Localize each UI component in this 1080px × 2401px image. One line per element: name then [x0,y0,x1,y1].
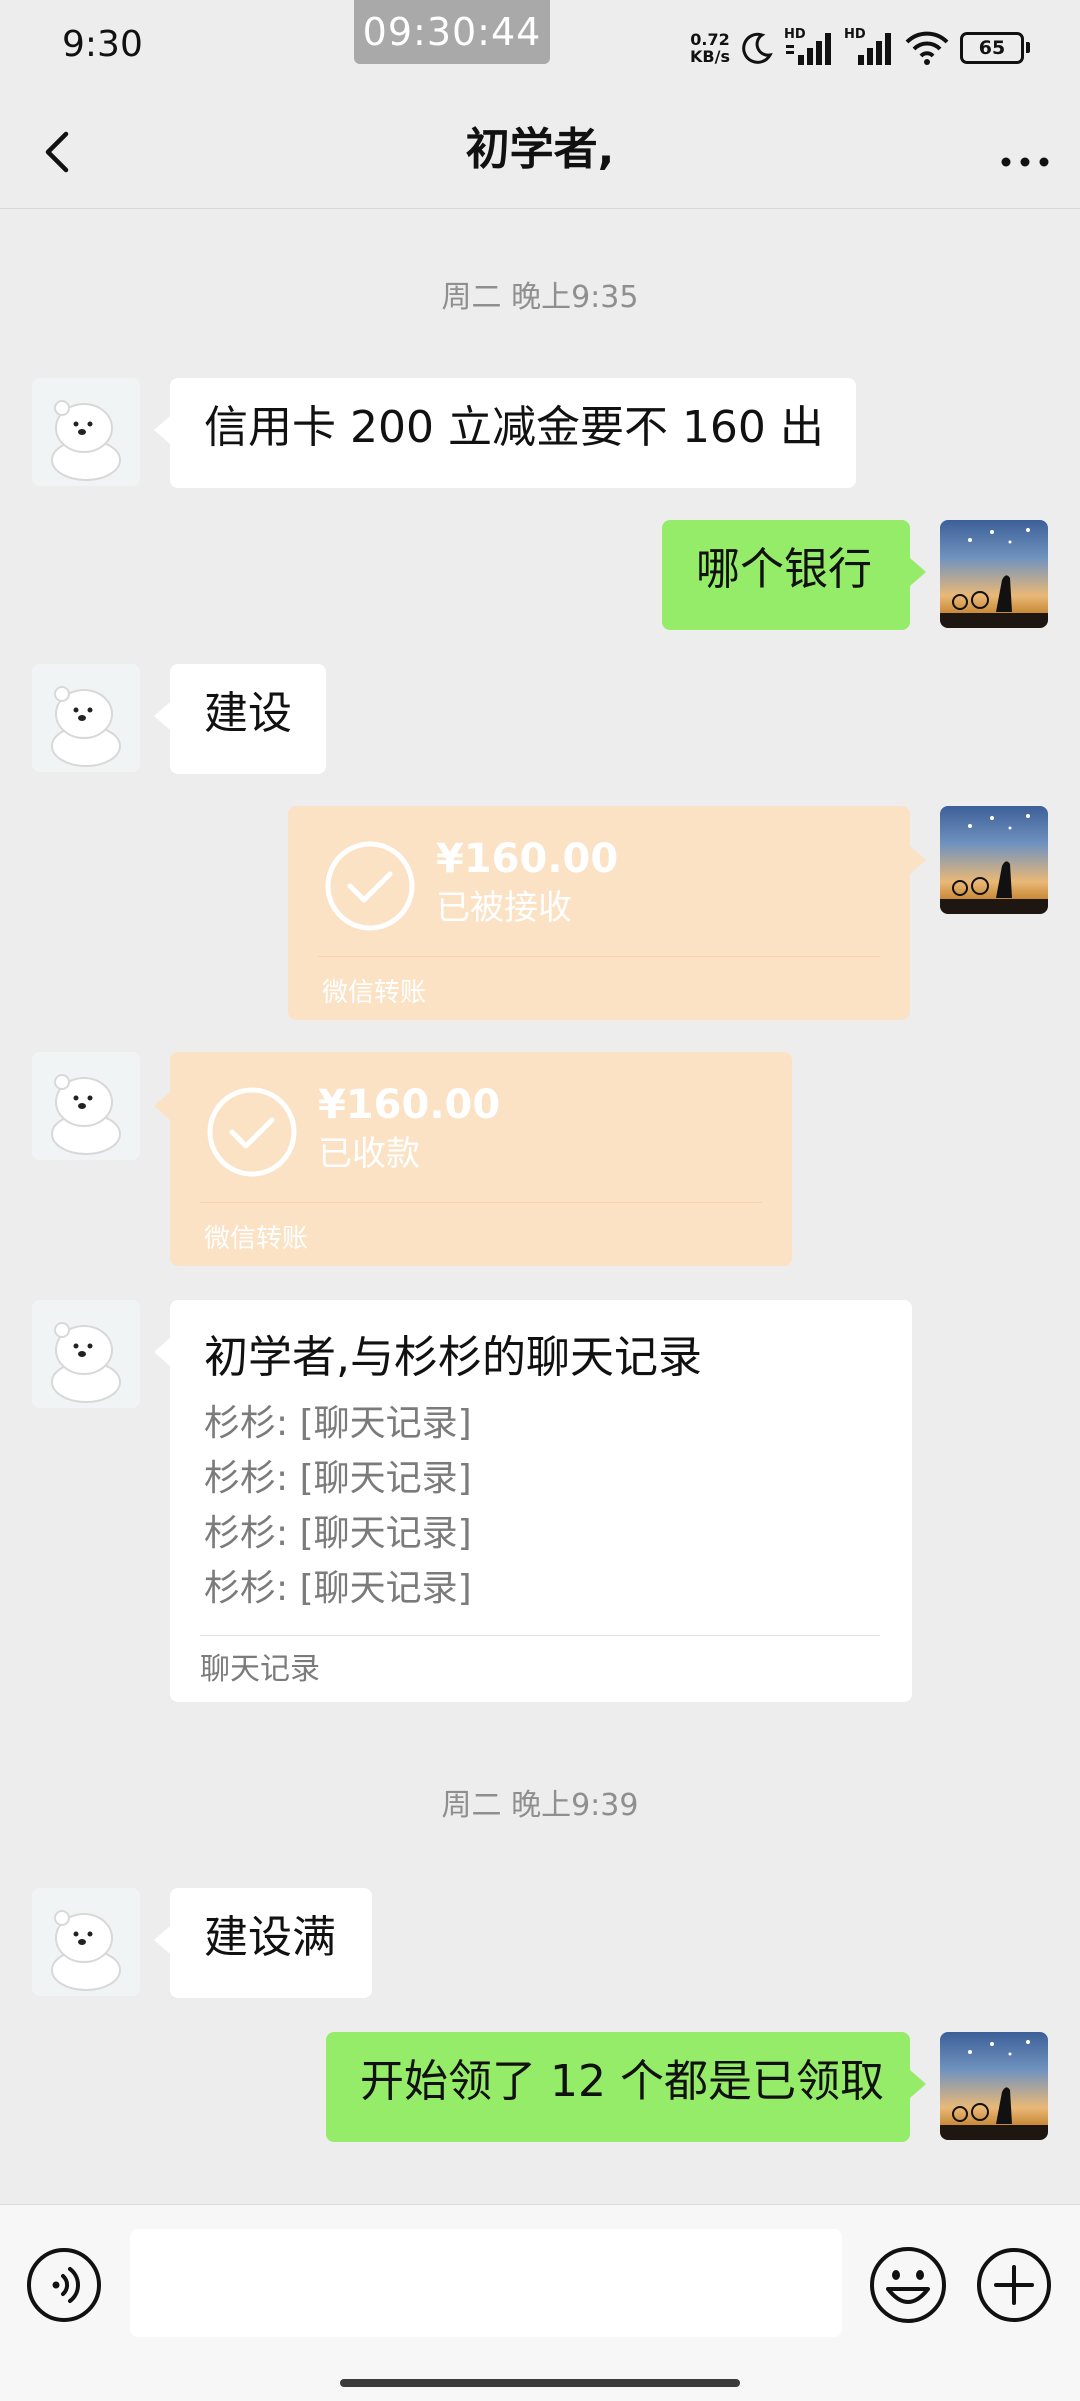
transfer-label: 微信转账 [322,978,427,1008]
chat-title: 初学者, [465,124,615,175]
signal-icon: HD [844,27,894,65]
bear-avatar-icon [32,378,140,486]
status-icons: 0.72 KB/s HD HD 65 [690,27,1030,68]
voice-icon [27,2248,101,2322]
chat-record-title: 初学者,与杉杉的聊天记录 [204,1332,702,1383]
bear-avatar-icon [32,664,140,772]
chat-record-preview: 杉杉: [聊天记录] 杉杉: [聊天记录] 杉杉: [聊天记录] 杉杉: [聊天… [204,1396,472,1616]
emoji-button[interactable] [868,2245,948,2325]
transfer-label: 微信转账 [204,1224,309,1254]
wifi-icon [905,31,949,65]
emoji-icon [870,2247,946,2323]
contact-avatar[interactable] [32,1300,140,1408]
divider [200,1635,880,1636]
incoming-message[interactable]: 信用卡 200 立减金要不 160 出 [154,378,856,488]
chat-header: 初学者, [0,96,1080,209]
incoming-message[interactable]: 建设满 [154,1888,372,1998]
divider [318,956,880,957]
battery-icon: 65 [960,32,1030,64]
contact-avatar[interactable] [32,664,140,772]
input-bar [0,2204,1080,2401]
network-speed-unit: KB/s [690,47,730,66]
network-speed-value: 0.72 [690,30,730,49]
chat-record-line: 杉杉: [聊天记录] [204,1513,472,1554]
self-avatar[interactable] [940,520,1048,628]
chat-record-line: 杉杉: [聊天记录] [204,1458,472,1499]
outgoing-message[interactable]: 开始领了 12 个都是已领取 [326,2032,926,2142]
more-options-button[interactable] [990,114,1060,190]
bear-avatar-icon [32,1300,140,1408]
contact-avatar[interactable] [32,1888,140,1996]
moon-icon [742,32,773,64]
sunset-avatar-icon [952,2040,1030,2124]
transfer-status: 已收款 [318,1134,420,1174]
incoming-message[interactable]: 建设 [154,664,326,774]
clock-overlay: 09:30:44 [354,0,550,64]
plus-icon [977,2248,1051,2322]
outgoing-message[interactable]: 哪个银行 [662,520,926,630]
message-input[interactable] [130,2229,842,2337]
home-indicator[interactable] [340,2379,740,2387]
transfer-card-sent[interactable]: ¥160.00 已被接收 微信转账 [288,806,926,1020]
divider [200,1202,762,1203]
self-avatar[interactable] [940,806,1048,914]
chat-record-card[interactable]: 初学者,与杉杉的聊天记录 杉杉: [聊天记录] 杉杉: [聊天记录] 杉杉: [… [154,1300,912,1702]
more-dots-icon [1001,157,1049,167]
check-circle-icon [325,841,415,931]
contact-avatar[interactable] [32,378,140,486]
timestamp: 周二 晚上9:39 [441,1788,639,1823]
self-avatar[interactable] [940,2032,1048,2140]
status-bar: 9:30 09:30:44 0.72 KB/s HD HD 65 [0,0,1080,96]
contact-avatar[interactable] [32,1052,140,1160]
transfer-amount: ¥160.00 [436,836,619,882]
check-circle-icon [207,1087,297,1177]
network-speed: 0.72 KB/s [690,31,730,65]
chat-record-label: 聊天记录 [200,1652,320,1687]
plus-button[interactable] [976,2247,1052,2323]
bear-avatar-icon [32,1052,140,1160]
signal-icon: HD [784,27,834,65]
chat-record-line: 杉杉: [聊天记录] [204,1568,472,1609]
timestamp: 周二 晚上9:35 [441,280,639,315]
bear-avatar-icon [32,1888,140,1996]
sunset-avatar-icon [952,528,1030,612]
voice-button[interactable] [26,2247,102,2323]
status-time: 9:30 [62,24,143,65]
transfer-card-received[interactable]: ¥160.00 已收款 微信转账 [154,1052,792,1266]
chat-record-line: 杉杉: [聊天记录] [204,1403,472,1444]
transfer-amount: ¥160.00 [318,1082,501,1128]
sunset-avatar-icon [952,814,1030,898]
transfer-status: 已被接收 [436,888,572,928]
